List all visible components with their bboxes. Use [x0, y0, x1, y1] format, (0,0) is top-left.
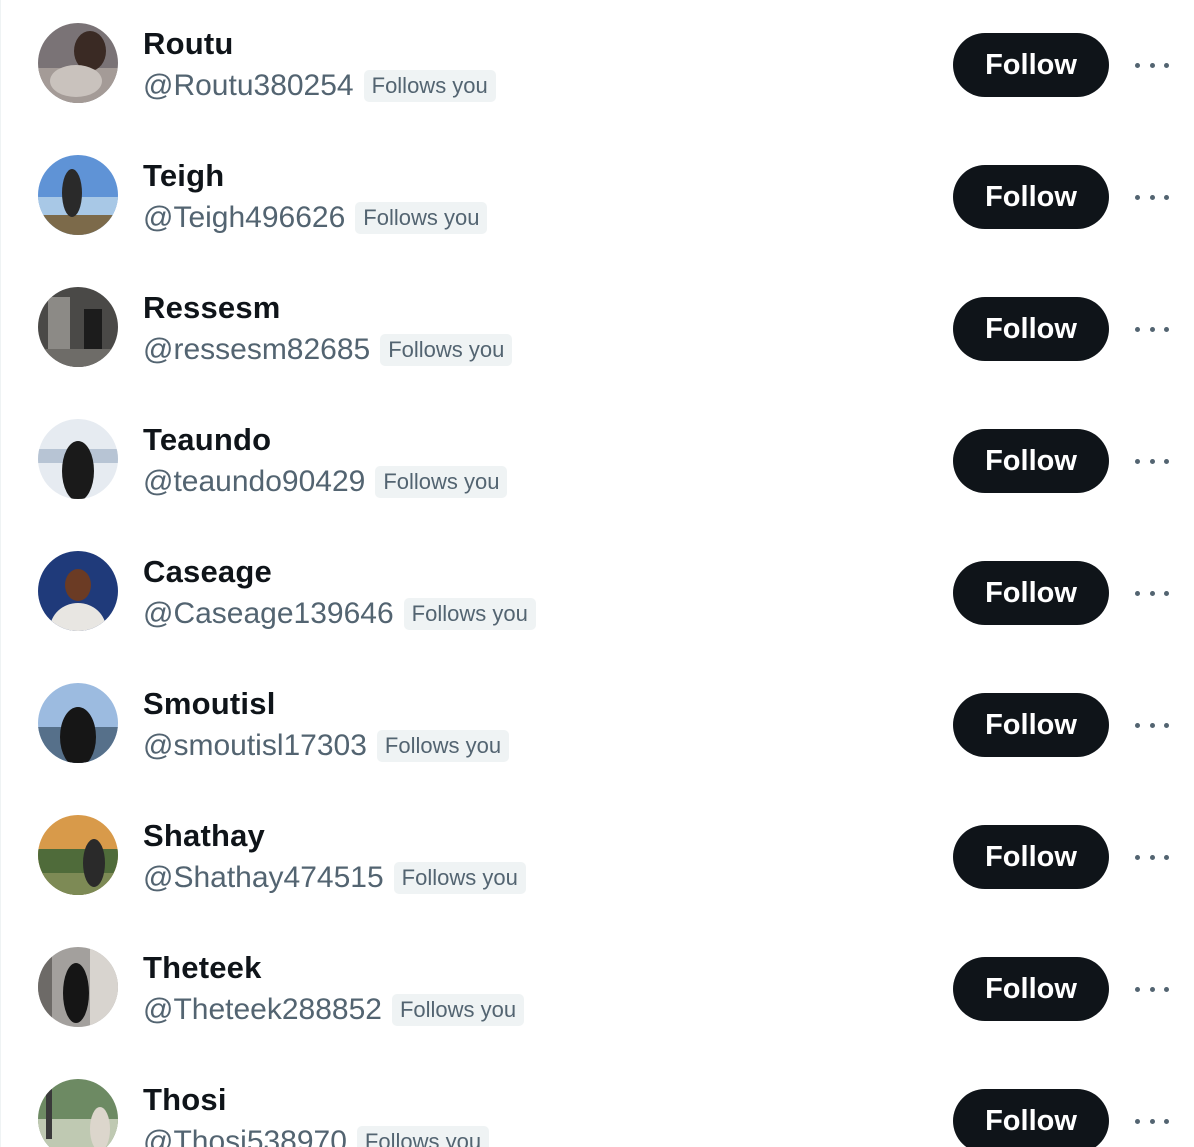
avatar-image	[38, 551, 118, 631]
handle-line: @Thosi538970 Follows you	[143, 1124, 490, 1147]
more-options-icon[interactable]	[1135, 320, 1169, 338]
follow-button[interactable]: Follow	[953, 33, 1109, 97]
display-name[interactable]: Routu	[143, 26, 234, 62]
follow-button[interactable]: Follow	[953, 957, 1109, 1021]
avatar[interactable]	[38, 287, 118, 367]
follows-you-badge: Follows you	[380, 334, 513, 366]
display-name[interactable]: Caseage	[143, 554, 272, 590]
more-options-icon[interactable]	[1135, 452, 1169, 470]
more-options-icon[interactable]	[1135, 1112, 1169, 1130]
follows-you-badge: Follows you	[375, 466, 508, 498]
username-handle[interactable]: @Theteek288852	[143, 993, 382, 1027]
handle-line: @Teigh496626 Follows you	[143, 200, 488, 236]
list-item[interactable]: Caseage @Caseage139646 Follows you Follo…	[1, 528, 1194, 660]
follow-button[interactable]: Follow	[953, 165, 1109, 229]
handle-line: @Routu380254 Follows you	[143, 68, 496, 104]
list-item[interactable]: Smoutisl @smoutisl17303 Follows you Foll…	[1, 660, 1194, 792]
username-handle[interactable]: @ressesm82685	[143, 333, 370, 367]
list-item[interactable]: Thosi @Thosi538970 Follows you Follow	[1, 1056, 1194, 1147]
follows-you-badge: Follows you	[403, 598, 536, 630]
handle-line: @ressesm82685 Follows you	[143, 332, 513, 368]
avatar[interactable]	[38, 23, 118, 103]
display-name[interactable]: Ressesm	[143, 290, 281, 326]
more-options-icon[interactable]	[1135, 56, 1169, 74]
follow-button[interactable]: Follow	[953, 825, 1109, 889]
avatar[interactable]	[38, 1079, 118, 1147]
follow-button[interactable]: Follow	[953, 297, 1109, 361]
avatar[interactable]	[38, 551, 118, 631]
handle-line: @Shathay474515 Follows you	[143, 860, 526, 896]
avatar-image	[38, 155, 118, 235]
display-name[interactable]: Shathay	[143, 818, 265, 854]
avatar-image	[38, 419, 118, 499]
more-options-icon[interactable]	[1135, 716, 1169, 734]
follows-you-badge: Follows you	[393, 862, 526, 894]
list-item[interactable]: Ressesm @ressesm82685 Follows you Follow	[1, 264, 1194, 396]
display-name[interactable]: Teigh	[143, 158, 224, 194]
list-item[interactable]: Routu @Routu380254 Follows you Follow	[1, 0, 1194, 132]
avatar[interactable]	[38, 683, 118, 763]
username-handle[interactable]: @Shathay474515	[143, 861, 384, 895]
handle-line: @Theteek288852 Follows you	[143, 992, 525, 1028]
avatar[interactable]	[38, 419, 118, 499]
list-item[interactable]: Shathay @Shathay474515 Follows you Follo…	[1, 792, 1194, 924]
username-handle[interactable]: @Teigh496626	[143, 201, 345, 235]
handle-line: @Caseage139646 Follows you	[143, 596, 536, 632]
avatar-image	[38, 1079, 118, 1147]
avatar-image	[38, 815, 118, 895]
follow-button[interactable]: Follow	[953, 693, 1109, 757]
avatar[interactable]	[38, 155, 118, 235]
display-name[interactable]: Smoutisl	[143, 686, 276, 722]
list-item[interactable]: Theteek @Theteek288852 Follows you Follo…	[1, 924, 1194, 1056]
username-handle[interactable]: @Thosi538970	[143, 1125, 347, 1147]
avatar-image	[38, 23, 118, 103]
follows-you-badge: Follows you	[356, 1126, 490, 1147]
avatar[interactable]	[38, 947, 118, 1027]
username-handle[interactable]: @Caseage139646	[143, 597, 394, 631]
more-options-icon[interactable]	[1135, 584, 1169, 602]
username-handle[interactable]: @Routu380254	[143, 69, 354, 103]
follows-you-badge: Follows you	[363, 70, 496, 102]
more-options-icon[interactable]	[1135, 980, 1169, 998]
more-options-icon[interactable]	[1135, 188, 1169, 206]
follow-button[interactable]: Follow	[953, 429, 1109, 493]
avatar-image	[38, 683, 118, 763]
avatar[interactable]	[38, 815, 118, 895]
follow-button[interactable]: Follow	[953, 561, 1109, 625]
avatar-image	[38, 287, 118, 367]
follow-button[interactable]: Follow	[953, 1089, 1109, 1147]
avatar-image	[38, 947, 118, 1027]
follows-you-badge: Follows you	[391, 994, 525, 1026]
display-name[interactable]: Theteek	[143, 950, 262, 986]
follows-you-badge: Follows you	[355, 202, 488, 234]
display-name[interactable]: Teaundo	[143, 422, 271, 458]
list-item[interactable]: Teigh @Teigh496626 Follows you Follow	[1, 132, 1194, 264]
username-handle[interactable]: @teaundo90429	[143, 465, 365, 499]
display-name[interactable]: Thosi	[143, 1082, 227, 1118]
handle-line: @teaundo90429 Follows you	[143, 464, 508, 500]
handle-line: @smoutisl17303 Follows you	[143, 728, 510, 764]
followers-list: Routu @Routu380254 Follows you Follow Te…	[0, 0, 1194, 1147]
follows-you-badge: Follows you	[376, 730, 510, 762]
more-options-icon[interactable]	[1135, 848, 1169, 866]
list-item[interactable]: Teaundo @teaundo90429 Follows you Follow	[1, 396, 1194, 528]
username-handle[interactable]: @smoutisl17303	[143, 729, 367, 763]
